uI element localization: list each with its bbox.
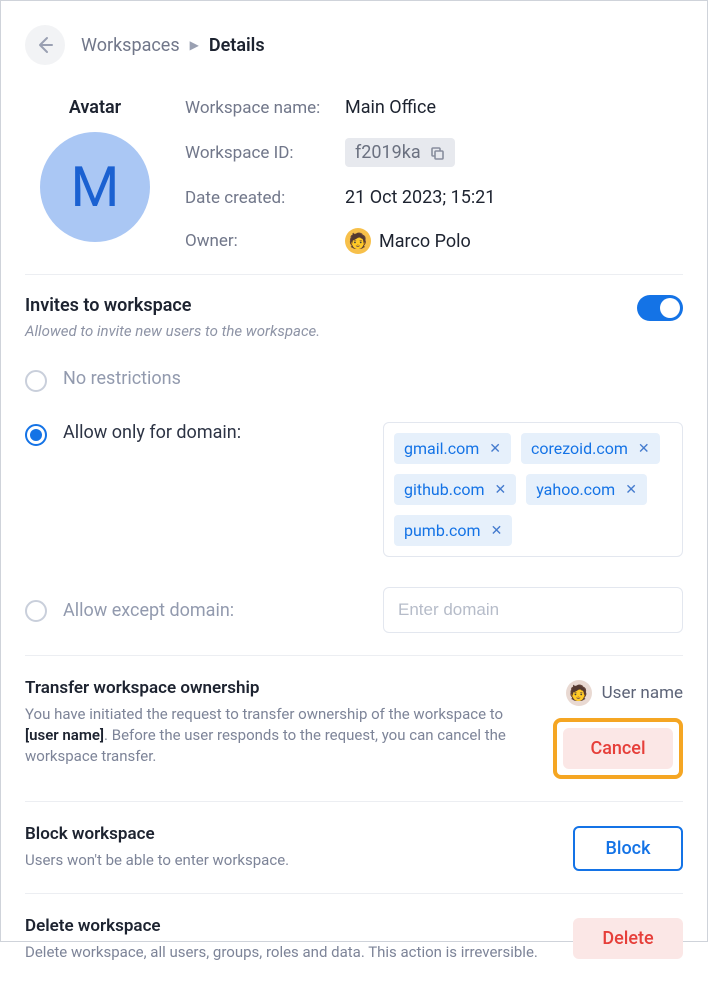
domain-tag: yahoo.com ✕ (526, 474, 647, 505)
invites-title: Invites to workspace (25, 295, 320, 316)
domain-tag-label: yahoo.com (536, 480, 615, 499)
transfer-desc: You have initiated the request to transf… (25, 704, 529, 767)
cancel-highlight: Cancel (553, 718, 683, 779)
domain-tag: gmail.com ✕ (394, 433, 511, 464)
radio-no-restrictions-label: No restrictions (63, 368, 181, 389)
user-avatar: 🧑 (566, 680, 592, 706)
radio-no-restrictions[interactable] (25, 370, 47, 392)
delete-desc: Delete workspace, all users, groups, rol… (25, 942, 549, 963)
workspace-name-value: Main Office (345, 97, 683, 118)
delete-button[interactable]: Delete (573, 918, 683, 959)
back-button[interactable] (25, 25, 65, 65)
owner-avatar: 🧑 (345, 228, 371, 254)
workspace-id-value: f2019ka (355, 142, 421, 163)
domain-tag-label: corezoid.com (531, 439, 628, 458)
workspace-id-label: Workspace ID: (185, 143, 345, 163)
transfer-title: Transfer workspace ownership (25, 678, 529, 698)
remove-tag-icon[interactable]: ✕ (494, 482, 506, 498)
domain-tag-label: github.com (404, 480, 484, 499)
cancel-transfer-button[interactable]: Cancel (563, 728, 673, 769)
workspace-id-chip[interactable]: f2019ka (345, 138, 455, 167)
allowed-domains-box[interactable]: gmail.com ✕ corezoid.com ✕ github.com ✕ (383, 422, 683, 557)
domain-tag: github.com ✕ (394, 474, 516, 505)
remove-tag-icon[interactable]: ✕ (491, 523, 503, 539)
remove-tag-icon[interactable]: ✕ (489, 441, 501, 457)
workspace-avatar[interactable]: M (40, 132, 150, 242)
domain-tag-label: pumb.com (404, 521, 481, 540)
chevron-right-icon: ▶ (190, 38, 199, 52)
remove-tag-icon[interactable]: ✕ (638, 441, 650, 457)
owner-name-value: Marco Polo (379, 231, 471, 252)
block-title: Block workspace (25, 824, 549, 844)
radio-except-domain[interactable] (25, 600, 47, 622)
except-domain-input[interactable] (383, 587, 683, 633)
workspace-name-label: Workspace name: (185, 98, 345, 118)
owner-label: Owner: (185, 231, 345, 251)
transfer-user: 🧑 User name (566, 680, 683, 706)
invites-toggle[interactable] (637, 295, 683, 321)
arrow-left-icon (35, 35, 55, 55)
invites-desc: Allowed to invite new users to the works… (25, 322, 320, 340)
block-desc: Users won't be able to enter workspace. (25, 850, 549, 871)
domain-tag: pumb.com ✕ (394, 515, 512, 546)
breadcrumb-current: Details (209, 35, 265, 56)
domain-tag-label: gmail.com (404, 439, 479, 458)
domain-tag: corezoid.com ✕ (521, 433, 660, 464)
breadcrumb: Workspaces ▶ Details (25, 25, 683, 65)
radio-allow-only-domain[interactable] (25, 424, 47, 446)
date-created-label: Date created: (185, 188, 345, 208)
delete-title: Delete workspace (25, 916, 549, 936)
breadcrumb-workspaces-link[interactable]: Workspaces (81, 35, 180, 56)
radio-except-domain-label: Allow except domain: (63, 600, 234, 621)
block-button[interactable]: Block (573, 826, 683, 871)
copy-icon[interactable] (429, 145, 445, 161)
avatar-label: Avatar (69, 97, 121, 118)
date-created-value: 21 Oct 2023; 15:21 (345, 187, 683, 208)
transfer-user-name: User name (602, 683, 683, 703)
remove-tag-icon[interactable]: ✕ (625, 482, 637, 498)
radio-allow-only-domain-label: Allow only for domain: (63, 422, 241, 443)
